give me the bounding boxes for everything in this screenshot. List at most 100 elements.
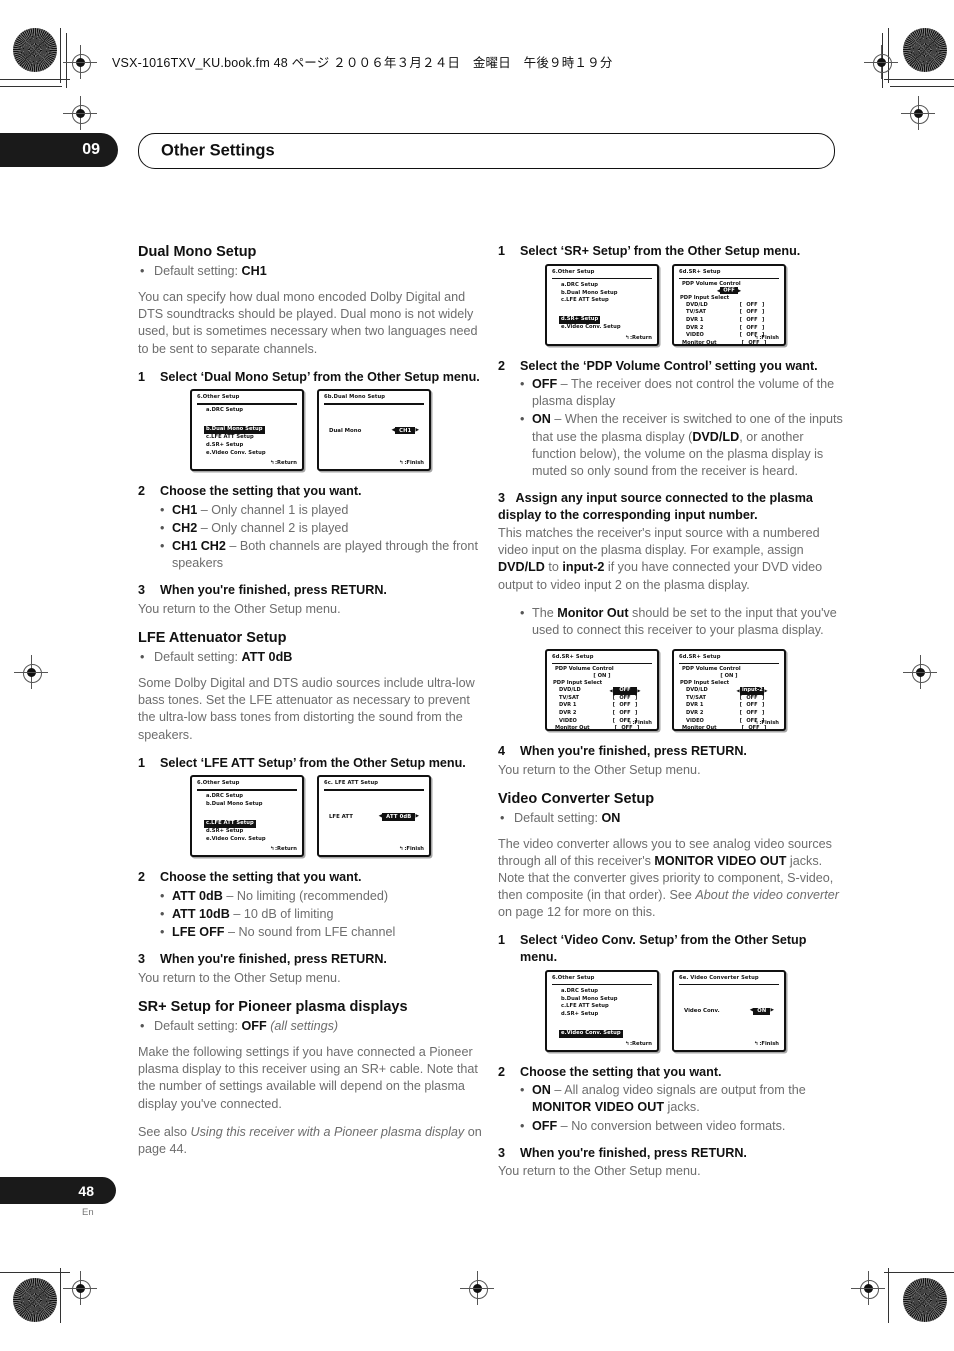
bracket-right: ] [762,709,765,716]
bullet-icon: • [160,925,165,940]
input-value: OFF [748,339,760,346]
input-value: OFF [619,702,631,709]
osd-menu-item-video-conv[interactable]: e.Video Conv. Setup [561,324,653,332]
table-row[interactable]: DVD/LD ◀ OFF ▶ [555,686,652,695]
table-row[interactable]: DVR 1 [OFF] [682,702,779,710]
video-conv-step-3: 3 When you're finished, press RETURN. [498,1145,843,1162]
table-row[interactable]: DVR 2 [OFF] [555,710,652,718]
bullet-icon: • [160,539,165,554]
osd-lfe-att-setting: 6c. LFE ATT Setup LFE ATT ◀ ATT 0dB ▶ ↱:… [317,775,431,858]
lfe-step-1: 1 Select ‘LFE ATT Setup’ from the Other S… [138,755,483,772]
osd-menu-item-sr-plus[interactable]: d.SR+ Setup [206,442,298,450]
table-row[interactable]: Monitor Out [OFF] [555,725,652,733]
registration-mark-bottom-center [460,1271,494,1305]
osd-value-control[interactable]: ◀ ON ▶ [750,1007,774,1015]
color-registration-blob-top-right [903,28,947,72]
input-value-cell: [OFF] [598,695,652,703]
osd-title-rule [324,403,424,405]
table-row[interactable]: Monitor Out [OFF] [682,340,779,348]
osd-menu-list: a.DRC Setup b.Dual Mono Setup c.LFE ATT … [204,793,298,844]
osd-title: 6d.SR+ Setup [679,268,721,275]
arrow-right-icon[interactable]: ▶ [770,1008,774,1014]
osd-sr-plus-input-assigned: 6d.SR+ Setup PDP Volume Control [ ON ] P… [672,648,786,733]
step-text: When you're finished, press RETURN. [520,1145,747,1160]
figure-video-converter-screens: 6.Other Setup a.DRC Setup b.Dual Mono Se… [498,969,843,1052]
osd-finish-hint: ↱:Finish [399,460,424,466]
osd-menu-item-video-conv[interactable]: e.Video Conv. Setup [206,450,298,458]
osd-menu-item-dual-mono[interactable]: b.Dual Mono Setup [561,290,653,298]
list-item: • OFF – No conversion between video forma… [520,1118,843,1135]
osd-finish-hint: ↱:Finish [754,335,779,341]
osd-menu-item-sr-plus-selected[interactable]: d.SR+ Setup [559,316,601,325]
table-row[interactable]: DVR 2 [OFF] [682,710,779,718]
default-value: CH1 [241,264,267,279]
table-row[interactable]: TV/SAT [OFF] [555,695,652,703]
arrow-right-icon[interactable]: ▶ [415,428,419,434]
osd-menu-item-sr-plus[interactable]: d.SR+ Setup [561,1011,653,1019]
osd-menu-item-dual-mono[interactable]: b.Dual Mono Setup [561,996,653,1004]
osd-title-rule [679,662,779,665]
osd-title-rule [552,662,652,665]
bracket-right: ] [762,694,765,701]
osd-other-setup-menu: 6.Other Setup a.DRC Setup b.Dual Mono Se… [190,775,304,858]
bullet-icon: • [160,502,165,517]
bullet-icon: • [160,520,165,535]
return-arrow-icon: ↱ [754,1040,759,1047]
dual-mono-step-2: 2 Choose the setting that you want. [138,483,483,500]
osd-menu-item-dual-mono[interactable]: b.Dual Mono Setup [206,801,298,809]
arrow-right-icon[interactable]: ▶ [637,688,641,694]
table-row[interactable]: TV/SAT [OFF] [682,695,779,703]
video-conv-default-setting: • Default setting: ON [498,810,843,827]
crop-mark-line [0,86,62,87]
return-arrow-icon: ↱ [270,460,275,467]
bullet-icon: • [140,264,145,279]
osd-menu-item-lfe-att[interactable]: c.LFE ATT Setup [206,434,298,442]
input-value: OFF [746,301,758,308]
input-value: OFF [746,709,758,716]
osd-menu-item-video-conv-selected[interactable]: e.Video Conv. Setup [559,1030,623,1039]
osd-value-control[interactable]: ◀ ATT 0dB ▶ [379,813,419,821]
osd-pdp-volume-control-label: PDP Volume Control [682,280,741,287]
dual-mono-options: • CH1 – Only channel 1 is played • CH2 – O… [138,502,483,573]
bracket-right: ] [764,725,767,732]
osd-menu-item-lfe-att-selected[interactable]: c.LFE ATT Setup [204,820,256,829]
arrow-right-icon[interactable]: ▶ [738,289,741,294]
osd-menu-item-video-conv[interactable]: e.Video Conv. Setup [206,836,298,844]
osd-menu-item-drc[interactable]: a.DRC Setup [561,282,653,290]
heading-video-converter-setup: Video Converter Setup [498,790,655,807]
osd-menu-item-sr-plus[interactable]: d.SR+ Setup [206,828,298,836]
osd-menu-item-drc[interactable]: a.DRC Setup [561,988,653,996]
table-row[interactable]: Monitor Out [OFF] [682,725,779,733]
srplus-step-2: 2 Select the ‘PDP Volume Control’ setting… [498,358,843,375]
table-row[interactable]: DVR 1 [OFF] [555,702,652,710]
default-value: OFF [241,1019,267,1034]
osd-pdp-volume-value-control[interactable]: ◀ OFF ▶ [674,287,784,294]
input-value-cell: [OFF] [729,725,779,733]
input-value-cell: [OFF] [725,309,779,317]
osd-menu-item-drc[interactable]: a.DRC Setup [206,407,298,415]
osd-menu-item-drc[interactable]: a.DRC Setup [206,793,298,801]
osd-value-control[interactable]: ◀ CH1 ▶ [392,427,419,435]
osd-menu-item-lfe-att[interactable]: c.LFE ATT Setup [561,1003,653,1011]
osd-pdp-input-select-label: PDP Input Select [553,679,603,686]
arrow-right-icon[interactable]: ▶ [764,688,768,694]
osd-menu-item-lfe-att[interactable]: c.LFE ATT Setup [561,297,653,305]
bullet-icon: • [520,1118,525,1133]
registration-mark-bottom-left [63,1271,97,1305]
osd-title: 6d.SR+ Setup [679,653,721,660]
table-row[interactable]: DVR 2 [OFF] [682,325,779,333]
osd-menu-item-dual-mono-selected[interactable]: b.Dual Mono Setup [204,426,265,435]
table-row[interactable]: TV/SAT [OFF] [682,309,779,317]
left-column: Dual Mono Setup • Default setting: CH1 Y… [138,243,483,1169]
osd-title: 6d.SR+ Setup [552,653,594,660]
registration-mark-top-left [63,45,97,79]
osd-return-hint: ↱:Return [270,460,297,466]
table-row[interactable]: DVD/LD [OFF] [682,302,779,310]
table-row[interactable]: DVR 1 [OFF] [682,317,779,325]
osd-other-setup-menu: 6.Other Setup a.DRC Setup b.Dual Mono Se… [190,389,304,472]
arrow-right-icon[interactable]: ▶ [415,814,419,820]
step-text: Choose the setting that you want. [160,870,362,885]
osd-title-rule [552,277,652,279]
option-term: LFE OFF [172,925,225,940]
table-row[interactable]: DVD/LD ◀ input-2 ▶ [682,686,779,695]
